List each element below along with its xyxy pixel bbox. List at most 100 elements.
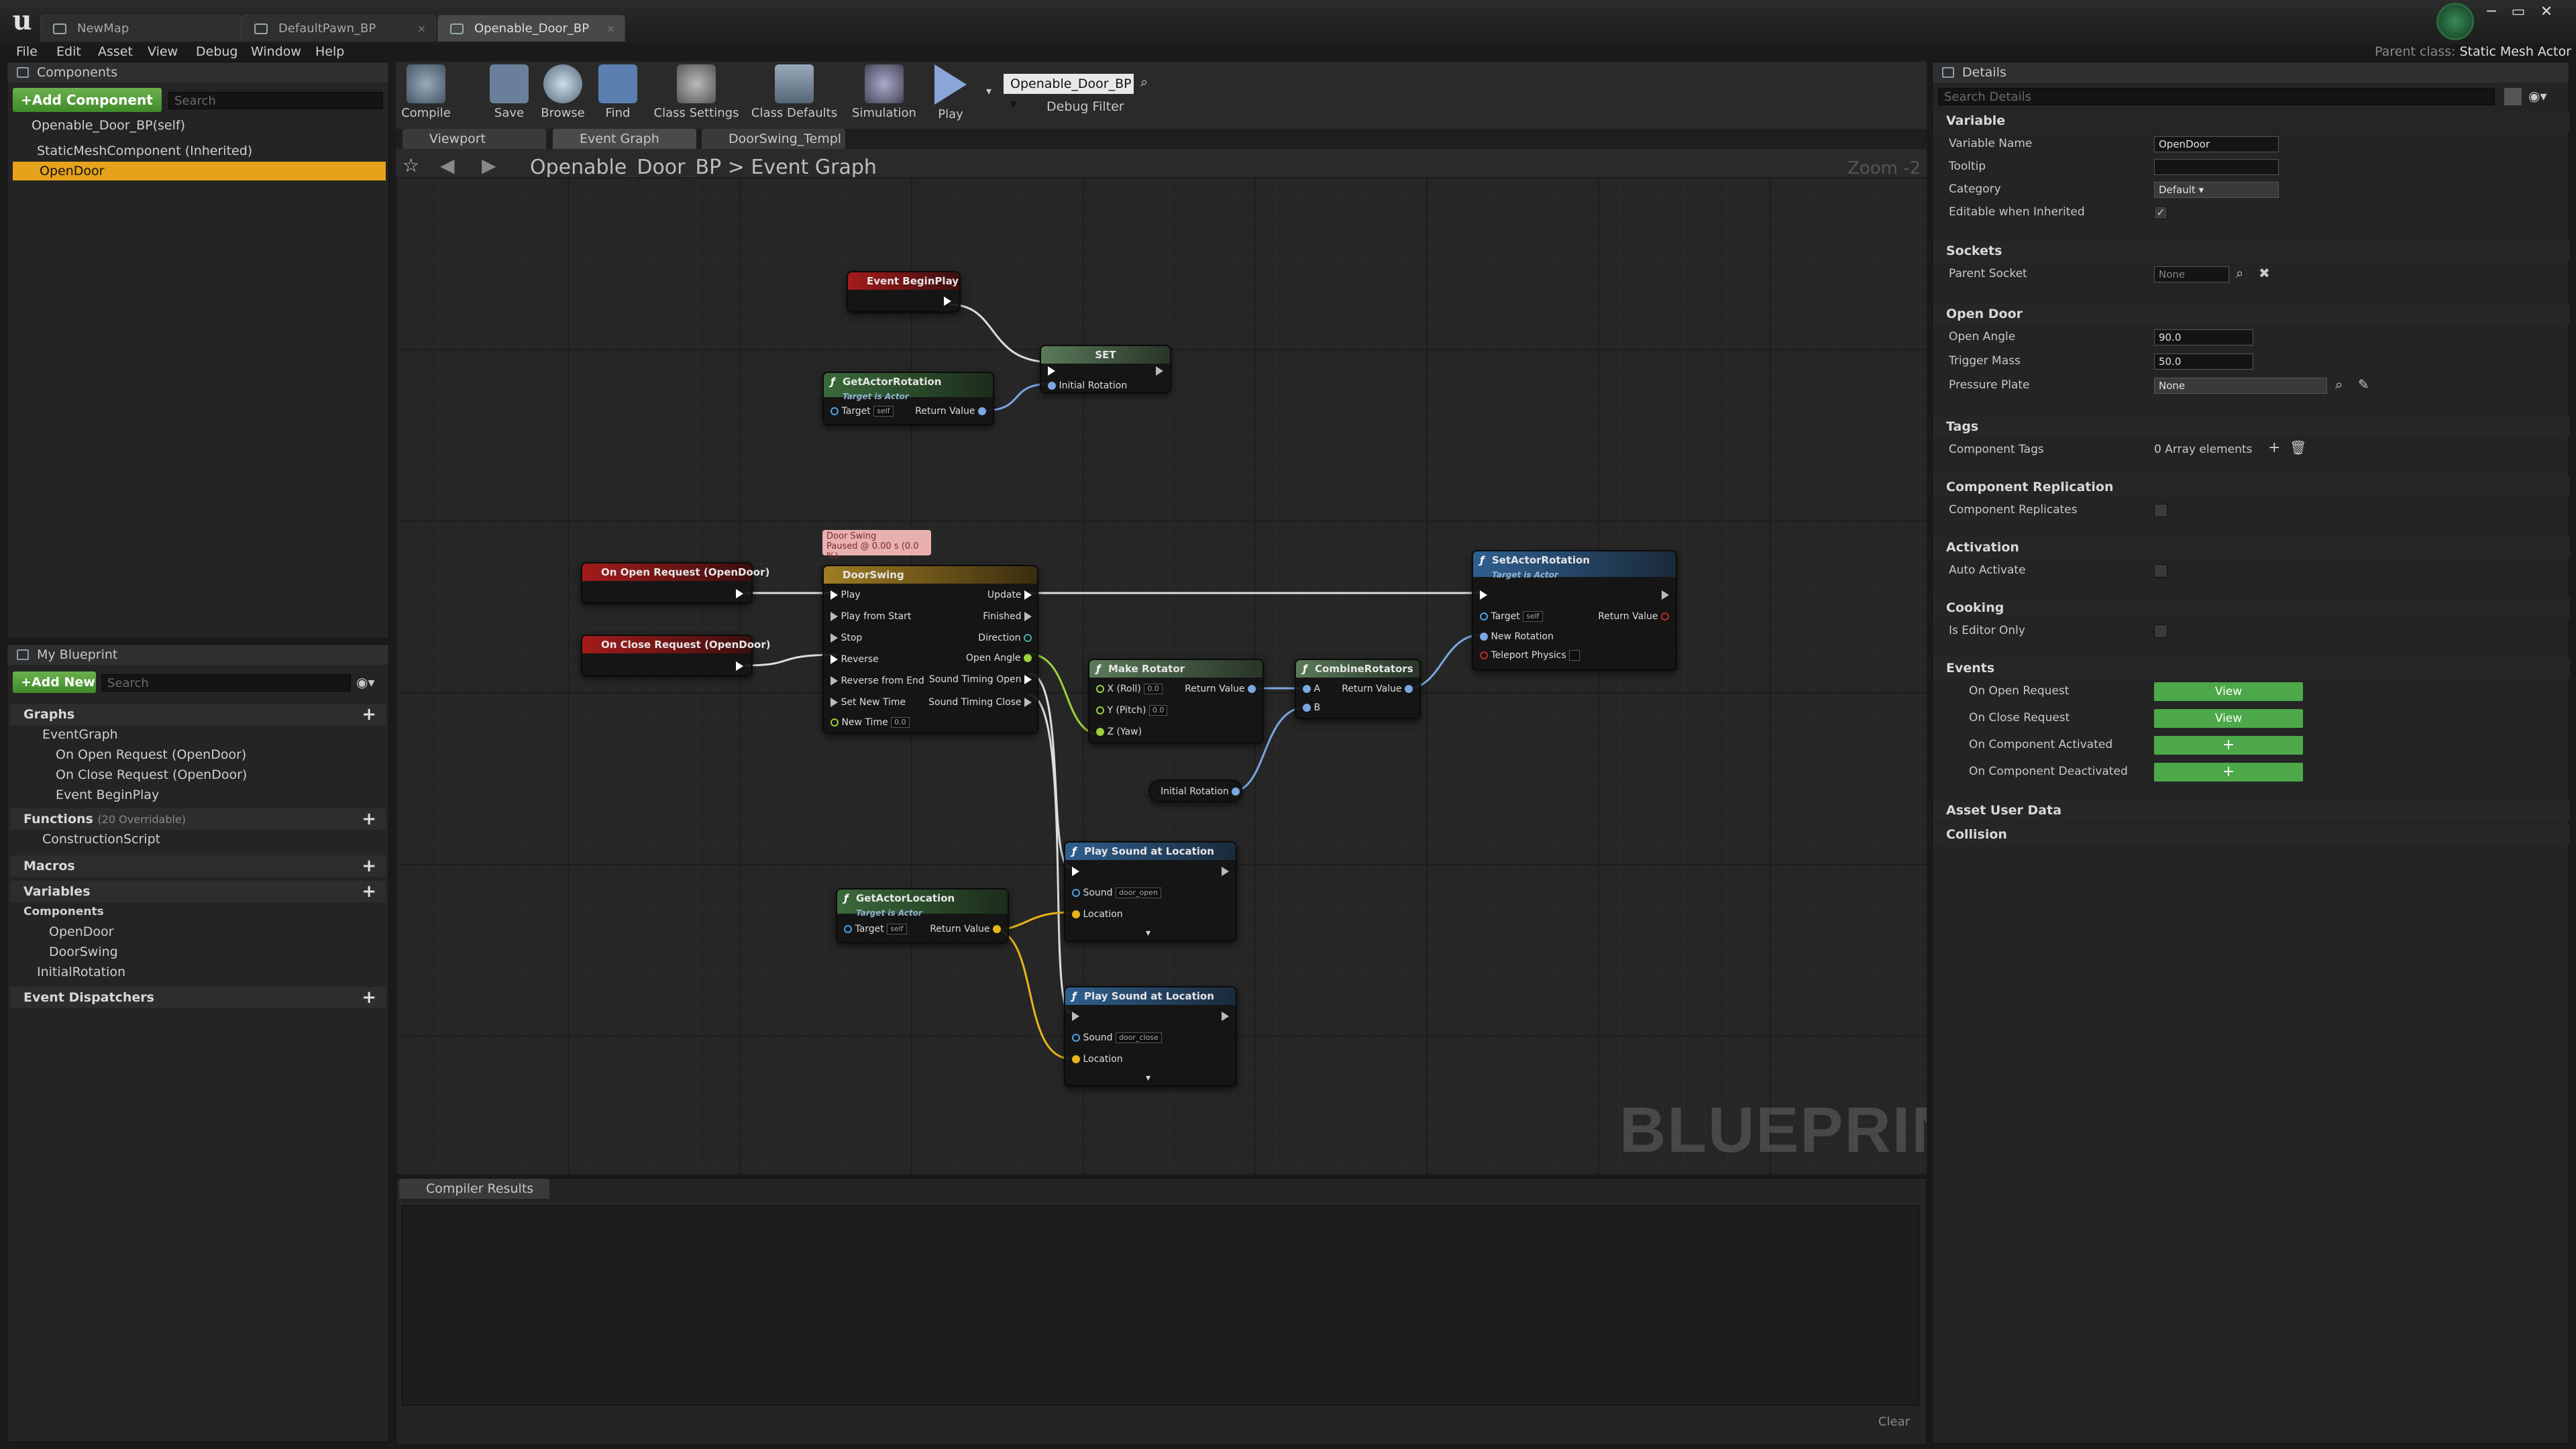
- exec-out-pin[interactable]: [1662, 589, 1669, 601]
- debug-filter-dropdown[interactable]: Openable_Door_BP ▾: [1004, 74, 1134, 111]
- dispatchers-section[interactable]: Event Dispatchers +: [10, 987, 386, 1008]
- add-variable-icon[interactable]: +: [362, 881, 376, 902]
- event-on-close-view-button[interactable]: View: [2154, 709, 2303, 728]
- open-door-section[interactable]: Open Door: [1933, 304, 2570, 324]
- stop-pin[interactable]: Stop: [830, 632, 862, 644]
- tags-section[interactable]: Tags: [1933, 417, 2570, 437]
- node-on-open-request[interactable]: On Open Request (OpenDoor): [581, 562, 769, 604]
- target-pin[interactable]: Target self: [844, 923, 907, 935]
- category-dropdown[interactable]: Default ▾: [2154, 182, 2279, 198]
- menu-view[interactable]: View: [148, 42, 178, 62]
- macros-section[interactable]: Macros +: [10, 855, 386, 877]
- tab-event-graph[interactable]: Event Graph: [553, 129, 696, 149]
- socket-clear-icon[interactable]: ✖: [2259, 265, 2270, 281]
- variables-section[interactable]: Variables +: [10, 881, 386, 902]
- event-deactivated-add-button[interactable]: +: [2154, 763, 2303, 782]
- reverse-pin[interactable]: Reverse: [830, 653, 879, 665]
- return-value-pin[interactable]: Return Value: [930, 923, 1001, 935]
- direction-pin[interactable]: Direction: [978, 632, 1032, 644]
- exec-in-pin[interactable]: [1480, 589, 1487, 601]
- simulation-button[interactable]: Simulation: [852, 64, 916, 120]
- tab-doorswing[interactable]: DoorSwing_Templ: [702, 129, 845, 149]
- socket-search-icon[interactable]: ⌕: [2236, 265, 2243, 281]
- tab-compiler-results[interactable]: Compiler Results: [399, 1179, 549, 1199]
- menu-help[interactable]: Help: [315, 42, 344, 62]
- browse-button[interactable]: Browse: [531, 64, 594, 120]
- pitch-value[interactable]: 0.0: [1148, 705, 1168, 716]
- exec-out-pin[interactable]: [1222, 865, 1229, 877]
- sound-timing-open-pin[interactable]: Sound Timing Open: [929, 674, 1032, 686]
- variable-name-input[interactable]: OpenDoor: [2154, 136, 2279, 152]
- menu-debug[interactable]: Debug: [196, 42, 237, 62]
- new-rotation-pin[interactable]: New Rotation: [1480, 631, 1554, 643]
- add-tag-icon[interactable]: +: [2268, 439, 2280, 456]
- node-on-close-request[interactable]: On Close Request (OpenDoor): [581, 635, 771, 676]
- eyedropper-icon[interactable]: ✎: [2358, 376, 2369, 392]
- graph-item-onopen[interactable]: On Open Request (OpenDoor): [22, 745, 384, 764]
- doc-tab-openable-door[interactable]: Openable_Door_BP ×: [437, 15, 625, 42]
- node-play-sound-close[interactable]: ƒ Play Sound at Location Sound door_close…: [1064, 986, 1237, 1087]
- eye-icon[interactable]: ◉▾: [2528, 88, 2547, 104]
- sound-pin[interactable]: Sound door_open: [1072, 887, 1161, 899]
- add-macro-icon[interactable]: +: [362, 855, 376, 877]
- close-tab-icon[interactable]: ×: [417, 15, 426, 42]
- plate-search-icon[interactable]: ⌕: [2335, 376, 2343, 392]
- sockets-section[interactable]: Sockets: [1933, 241, 2570, 261]
- add-graph-icon[interactable]: +: [362, 704, 376, 725]
- graph-item-onclose[interactable]: On Close Request (OpenDoor): [22, 765, 384, 784]
- delete-tags-icon[interactable]: 🗑: [2290, 439, 2306, 455]
- tooltip-input[interactable]: [2154, 159, 2279, 175]
- open-angle-input[interactable]: 90.0: [2154, 329, 2253, 345]
- variables-components-group[interactable]: Components: [17, 902, 379, 921]
- parent-class-value[interactable]: Static Mesh Actor: [2459, 44, 2571, 59]
- open-angle-pin[interactable]: Open Angle: [966, 652, 1032, 664]
- debug-search-icon[interactable]: ⌕: [1140, 74, 1148, 90]
- sound-timing-close-pin[interactable]: Sound Timing Close: [928, 696, 1032, 708]
- exec-out-pin[interactable]: [1222, 1010, 1229, 1022]
- new-time-pin[interactable]: New Time 0.0: [830, 716, 910, 729]
- graphs-section[interactable]: Graphs +: [10, 704, 386, 725]
- event-activated-add-button[interactable]: +: [2154, 736, 2303, 755]
- menu-file[interactable]: File: [16, 42, 38, 62]
- play-button[interactable]: Play: [920, 64, 981, 121]
- return-value-pin[interactable]: Return Value: [1342, 683, 1413, 695]
- menu-asset[interactable]: Asset: [98, 42, 133, 62]
- event-on-open-view-button[interactable]: View: [2154, 682, 2303, 701]
- node-play-sound-open[interactable]: ƒ Play Sound at Location Sound door_open …: [1064, 841, 1237, 942]
- yaw-pin[interactable]: Z (Yaw): [1096, 726, 1142, 738]
- eye-icon[interactable]: ◉▾: [356, 674, 375, 690]
- clear-button[interactable]: Clear: [1878, 1415, 1910, 1429]
- b-pin[interactable]: B: [1303, 702, 1320, 714]
- breadcrumb-blueprint[interactable]: Openable_Door_BP: [530, 156, 721, 179]
- variable-item-initialrotation[interactable]: InitialRotation: [17, 963, 379, 981]
- exec-in-pin[interactable]: [1048, 365, 1055, 377]
- close-window-button[interactable]: ✕: [2534, 4, 2559, 20]
- maximize-button[interactable]: ▭: [2506, 4, 2530, 20]
- return-value-pin[interactable]: Return Value: [915, 405, 986, 417]
- exec-out-pin[interactable]: [736, 588, 743, 600]
- events-section[interactable]: Events: [1933, 658, 2570, 678]
- pressure-plate-dropdown[interactable]: None: [2154, 378, 2327, 394]
- tree-item-opendoor[interactable]: OpenDoor: [13, 162, 386, 180]
- roll-pin[interactable]: X (Roll) 0.0: [1096, 683, 1163, 695]
- node-timeline-doorswing[interactable]: DoorSwing Play Play from Start Stop Reve…: [822, 565, 1038, 734]
- node-set-actor-rotation[interactable]: ƒ SetActorRotation Target is Actor Target …: [1472, 550, 1677, 671]
- add-new-button[interactable]: +Add New: [13, 672, 96, 693]
- doc-tab-newmap[interactable]: NewMap: [40, 15, 241, 42]
- node-make-rotator[interactable]: ƒ Make Rotator X (Roll) 0.0 Y (Pitch) 0.0…: [1088, 659, 1264, 743]
- editable-inherited-checkbox[interactable]: ✓: [2154, 206, 2167, 219]
- return-value-pin[interactable]: Return Value: [1185, 683, 1256, 695]
- exec-in-pin[interactable]: [1072, 1010, 1079, 1022]
- node-event-beginplay[interactable]: Event BeginPlay: [847, 271, 961, 313]
- favorite-star-icon[interactable]: ☆: [402, 154, 419, 176]
- editor-only-checkbox[interactable]: [2154, 625, 2167, 638]
- a-pin[interactable]: A: [1303, 683, 1320, 695]
- tree-item-self[interactable]: Openable_Door_BP(self): [13, 116, 386, 135]
- sound-asset-value[interactable]: door_open: [1116, 888, 1161, 898]
- menu-edit[interactable]: Edit: [56, 42, 81, 62]
- graph-item-beginplay[interactable]: Event BeginPlay: [22, 786, 384, 804]
- exec-in-pin[interactable]: [1072, 865, 1079, 877]
- variable-item-opendoor[interactable]: OpenDoor: [22, 922, 384, 941]
- variable-section[interactable]: Variable: [1933, 111, 2570, 131]
- compile-button[interactable]: Compile: [394, 64, 458, 120]
